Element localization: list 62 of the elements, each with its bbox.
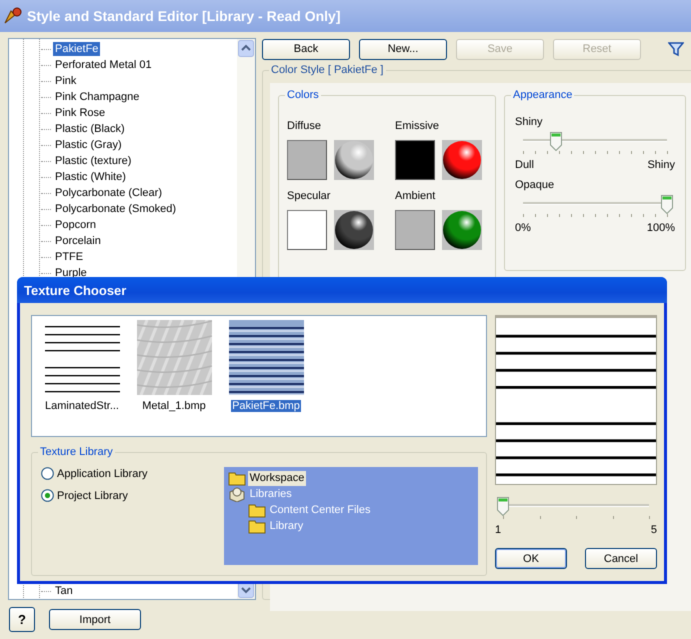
tree-item[interactable]: Pink Champagne [53, 90, 142, 104]
tree-item[interactable]: Polycarbonate (Clear) [53, 186, 164, 200]
tree-item[interactable]: Plastic (texture) [53, 154, 134, 168]
tree-item[interactable]: Plastic (White) [53, 170, 128, 184]
dialog-button[interactable]: OK [495, 548, 567, 569]
slider-min-label: Dull [515, 158, 534, 171]
slider-label: Shiny [515, 116, 544, 128]
swatch-label: Diffuse [287, 120, 322, 132]
tree-item[interactable]: Popcorn [53, 218, 98, 232]
tree-item[interactable]: Plastic (Black) [53, 122, 127, 136]
tree-item[interactable]: Purple [53, 266, 89, 280]
folder-icon [248, 518, 266, 534]
group-title: Color Style [ PakietFe ] [269, 64, 386, 76]
window-title: Style and Standard Editor [Library - Read Only] [27, 8, 340, 24]
texture-name[interactable]: PakietFe.bmp [231, 400, 301, 412]
slider-max-label: 100% [646, 222, 675, 234]
tree-item[interactable]: Tan [53, 584, 75, 598]
toolbar-button[interactable]: Back [262, 38, 350, 60]
import-button[interactable]: Import [49, 609, 141, 630]
tree-item[interactable]: PTFE [53, 250, 86, 264]
slider-max-label: Shiny [647, 158, 675, 171]
color-swatch[interactable] [395, 140, 435, 180]
radio-button[interactable] [41, 489, 54, 502]
color-swatch[interactable] [287, 140, 327, 180]
swatch-label: Ambient [395, 190, 436, 202]
app-icon [3, 7, 23, 25]
folder-icon [228, 470, 246, 486]
library-tree-item[interactable]: Workspace [248, 470, 306, 486]
swatch-label: Specular [287, 190, 332, 202]
tree-item[interactable]: Porcelain [53, 234, 103, 248]
texture-name[interactable]: Metal_1.bmp [141, 400, 207, 412]
toolbar-button[interactable]: New... [359, 38, 447, 60]
slider-thumb[interactable] [497, 497, 509, 516]
group-title: Texture Library [38, 446, 115, 458]
slider-thumb[interactable] [661, 194, 673, 214]
slider-label: Opaque [515, 178, 556, 191]
tree-item[interactable]: Plastic (Gray) [53, 138, 124, 152]
slider-min-label: 0% [515, 222, 531, 234]
scroll-up-icon[interactable] [238, 40, 254, 57]
radio-label[interactable]: Application Library [57, 468, 148, 480]
slider-max-label: 5 [650, 524, 657, 536]
tree-item[interactable]: Polycarbonate (Smoked) [53, 202, 178, 216]
tree-item[interactable]: Pink Rose [53, 106, 108, 120]
tree-item[interactable]: Pink [53, 74, 78, 88]
folder-icon [248, 502, 266, 518]
dialog-button[interactable]: Cancel [585, 548, 657, 569]
group-title: Colors [285, 88, 321, 101]
box-icon [228, 486, 246, 502]
tree-item[interactable]: PakietFe [53, 42, 100, 56]
group-title: Appearance [511, 88, 574, 101]
help-button[interactable]: ? [9, 607, 35, 632]
slider-min-label: 1 [495, 524, 502, 536]
filter-icon[interactable] [668, 41, 684, 58]
dialog-title: Texture Chooser [24, 282, 126, 298]
texture-name[interactable]: LaminatedStr... [44, 400, 120, 412]
swatch-label: Emissive [395, 120, 440, 132]
slider-thumb[interactable] [550, 132, 562, 151]
radio-label[interactable]: Project Library [57, 490, 128, 502]
tree-item[interactable]: Perforated Metal 01 [53, 58, 154, 72]
color-swatch[interactable] [287, 210, 327, 250]
radio-button[interactable] [41, 467, 54, 480]
color-swatch[interactable] [395, 210, 435, 250]
